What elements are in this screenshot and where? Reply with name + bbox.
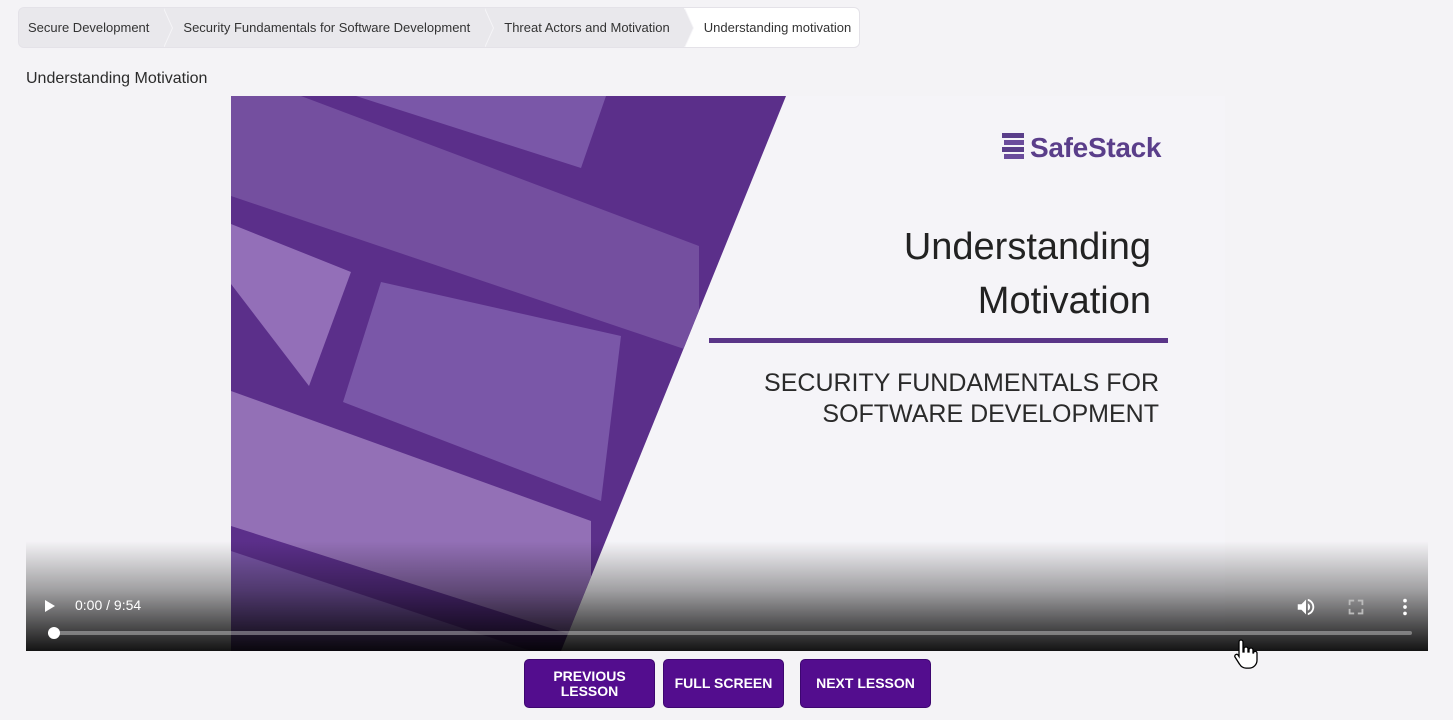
previous-lesson-label-1: PREVIOUS xyxy=(553,667,626,684)
slide-heading-line2: Motivation xyxy=(977,280,1151,322)
volume-icon[interactable] xyxy=(1295,596,1317,618)
play-icon[interactable] xyxy=(42,596,62,616)
video-time: 0:00 / 9:54 xyxy=(75,597,142,613)
breadcrumb: Secure Development Security Fundamentals… xyxy=(18,7,861,48)
slide-subtitle-line1: SECURITY FUNDAMENTALS FOR xyxy=(764,369,1159,397)
slide-subtitle: SECURITY FUNDAMENTALS FOR SOFTWARE DEVEL… xyxy=(699,368,1159,430)
breadcrumb-item-secure-development[interactable]: Secure Development xyxy=(19,8,174,47)
full-screen-button[interactable]: FULL SCREEN xyxy=(663,659,784,708)
progress-handle[interactable] xyxy=(48,627,60,639)
previous-lesson-label-2: LESSON xyxy=(560,682,619,699)
hand-cursor-icon xyxy=(1234,639,1258,669)
slide-heading: Understanding Motivation xyxy=(751,220,1151,328)
logo-text: SafeStack xyxy=(1030,132,1162,163)
slide-divider xyxy=(709,338,1168,343)
stack-logo-icon xyxy=(1002,133,1024,159)
safestack-logo: SafeStack xyxy=(1002,132,1161,164)
breadcrumb-item-current: Understanding motivation xyxy=(683,8,860,47)
slide-heading-line1: Understanding xyxy=(903,226,1151,268)
slide-subtitle-line2: SOFTWARE DEVELOPMENT xyxy=(822,400,1159,428)
more-vert-icon[interactable] xyxy=(1394,596,1416,618)
previous-lesson-button[interactable]: PREVIOUS LESSON xyxy=(524,659,655,708)
next-lesson-button[interactable]: NEXT LESSON xyxy=(800,659,931,708)
video-player[interactable]: SafeStack Understanding Motivation SECUR… xyxy=(26,96,1428,651)
breadcrumb-item-threat-actors[interactable]: Threat Actors and Motivation xyxy=(484,8,695,47)
page-title: Understanding Motivation xyxy=(26,70,208,87)
progress-bar[interactable] xyxy=(48,627,1412,639)
fullscreen-icon[interactable] xyxy=(1345,596,1367,618)
breadcrumb-item-security-fundamentals[interactable]: Security Fundamentals for Software Devel… xyxy=(163,8,495,47)
